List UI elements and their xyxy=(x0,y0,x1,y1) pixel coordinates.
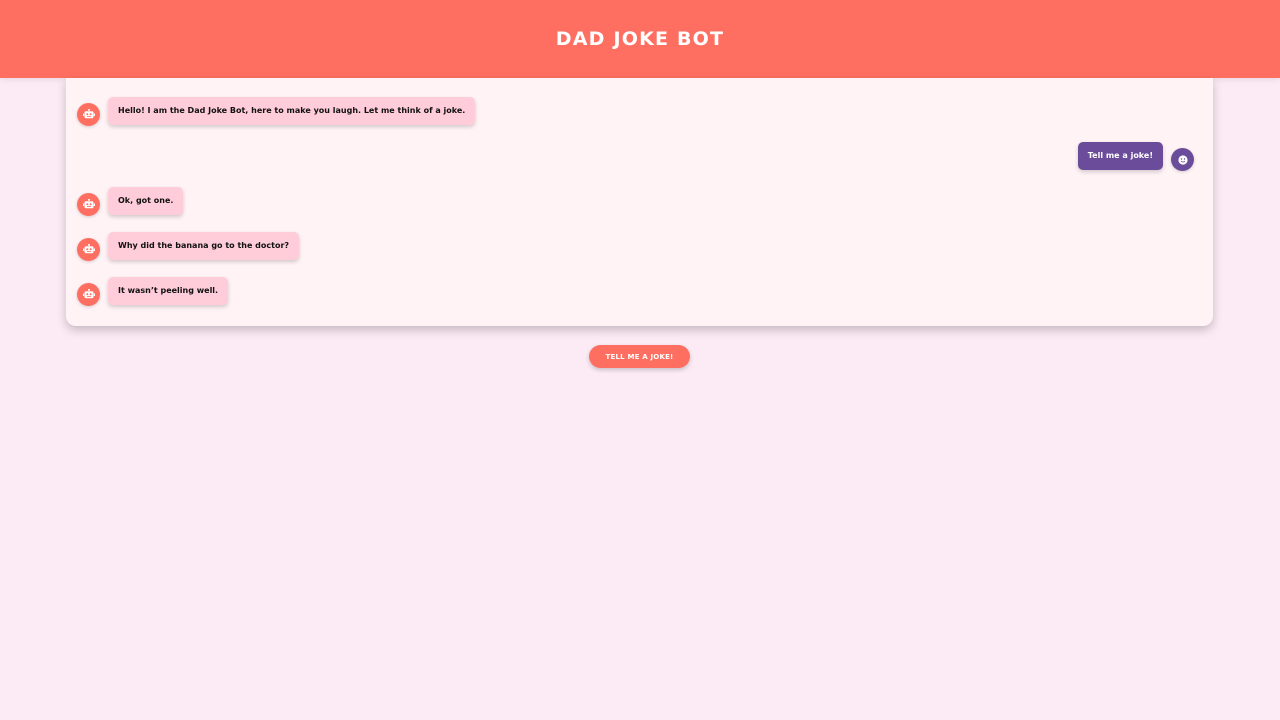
chat-message-bot: Why did the banana go to the doctor? xyxy=(77,232,300,261)
robot-icon xyxy=(77,238,100,261)
chat-window[interactable]: Hello! I am the Dad Joke Bot, here to ma… xyxy=(66,78,1213,326)
message-bubble: Why did the banana go to the doctor? xyxy=(108,232,300,260)
app-header: DAD JOKE BOT xyxy=(0,0,1280,78)
robot-icon xyxy=(77,103,100,126)
app-title: DAD JOKE BOT xyxy=(555,28,725,50)
chat-message-bot: Hello! I am the Dad Joke Bot, here to ma… xyxy=(77,97,476,126)
chat-message-bot: It wasn’t peeling well. xyxy=(77,277,229,306)
message-bubble: Ok, got one. xyxy=(108,187,184,215)
tell-me-a-joke-button[interactable]: TELL ME A JOKE! xyxy=(589,345,690,368)
smiley-face-icon xyxy=(1171,148,1194,171)
message-bubble: Tell me a joke! xyxy=(1077,142,1163,170)
message-bubble: It wasn’t peeling well. xyxy=(108,277,229,305)
chat-message-bot: Ok, got one. xyxy=(77,187,184,216)
message-bubble: Hello! I am the Dad Joke Bot, here to ma… xyxy=(108,97,476,125)
robot-icon xyxy=(77,283,100,306)
robot-icon xyxy=(77,193,100,216)
chat-message-user: Tell me a joke! xyxy=(1077,142,1194,171)
